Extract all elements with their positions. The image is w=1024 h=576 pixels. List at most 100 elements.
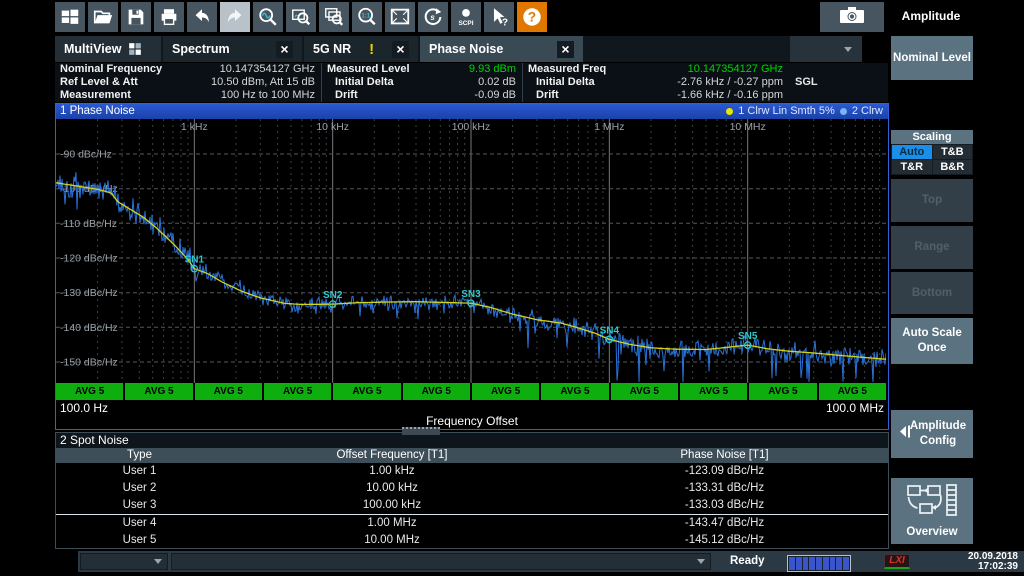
- table-row[interactable]: User 510.00 MHz-145.12 dBc/Hz: [56, 532, 888, 549]
- nominal-level-softkey[interactable]: Nominal Level: [891, 36, 973, 80]
- scaling-option-bandr[interactable]: B&R: [933, 160, 973, 174]
- info-label: Initial Delta: [523, 76, 595, 89]
- overview-softkey[interactable]: Overview: [891, 478, 973, 544]
- window-title-bar: 1 Phase Noise 1 Clrw Lin Smth 5%2 Clrw: [56, 104, 888, 119]
- auto-scale-once-softkey[interactable]: Auto Scale Once: [891, 318, 973, 364]
- info-value: 0.02 dB: [478, 76, 522, 89]
- measurement-info-bar: Nominal Frequency10.147354127 GHzRef Lev…: [55, 63, 888, 102]
- progress-segment: [816, 557, 822, 570]
- tab-phase-noise[interactable]: Phase Noise ×: [420, 36, 583, 62]
- window-splitter-handle[interactable]: [402, 427, 440, 435]
- info-row: Measured Freq10.147354127 GHz: [523, 63, 888, 76]
- windows-button[interactable]: [55, 2, 85, 32]
- avg-segment-bar: AVG 5AVG 5AVG 5AVG 5AVG 5AVG 5AVG 5AVG 5…: [56, 383, 886, 400]
- svg-text:-130 dBc/Hz: -130 dBc/Hz: [60, 287, 118, 299]
- zoom-multi-icon: [323, 6, 345, 28]
- screenshot-button[interactable]: [820, 2, 884, 32]
- scaling-option-auto[interactable]: Auto: [892, 145, 932, 159]
- progress-segment: [789, 557, 795, 570]
- progress-segment: [803, 557, 809, 570]
- save-button[interactable]: [121, 2, 151, 32]
- tab-spectrum[interactable]: Spectrum×: [163, 36, 302, 62]
- info-label: Drift: [322, 89, 358, 102]
- close-icon[interactable]: ×: [392, 41, 409, 58]
- table-row[interactable]: User 11.00 kHz-123.09 dBc/Hz: [56, 463, 888, 480]
- tab-5g-nr[interactable]: 5G NR!×: [304, 36, 418, 62]
- info-row: Drift-0.09 dB: [322, 89, 522, 102]
- zoom-area-button[interactable]: [286, 2, 316, 32]
- avg-segment: AVG 5: [749, 383, 816, 400]
- info-label: Measured Level: [322, 63, 410, 76]
- zoom-trace-icon: [257, 6, 279, 28]
- scaling-option-tandr[interactable]: T&R: [892, 160, 932, 174]
- amplitude-config-softkey[interactable]: Amplitude Config: [891, 410, 973, 458]
- info-label: Drift: [523, 89, 559, 102]
- svg-text:-90 dBc/Hz: -90 dBc/Hz: [60, 149, 112, 161]
- svg-text:SN5: SN5: [738, 331, 758, 342]
- avg-segment: AVG 5: [264, 383, 331, 400]
- close-icon[interactable]: ×: [557, 41, 574, 58]
- status-dropdown-left[interactable]: [80, 553, 168, 570]
- context-help-button[interactable]: ?: [484, 2, 514, 32]
- zoom-1to1-icon: 1:1: [356, 6, 378, 28]
- tab-label: Phase Noise: [429, 42, 503, 56]
- open-button[interactable]: [88, 2, 118, 32]
- info-row: Drift-1.66 kHz / -0.16 ppm: [523, 89, 888, 102]
- svg-text:SN3: SN3: [461, 289, 481, 300]
- tab-multiview[interactable]: MultiView: [55, 36, 161, 62]
- bottom-softkey: Bottom: [891, 272, 973, 314]
- zoom-trace-button[interactable]: [253, 2, 283, 32]
- scaling-option-tandb[interactable]: T&B: [933, 145, 973, 159]
- analyzer-screen: 1:1sSCPI?? Amplitude MultiViewSpectrum×5…: [0, 0, 1024, 576]
- avg-segment: AVG 5: [195, 383, 262, 400]
- svg-text:?: ?: [528, 10, 536, 25]
- undo-icon: [191, 6, 213, 28]
- table-cell: 10.00 MHz: [223, 532, 561, 549]
- avg-segment: AVG 5: [611, 383, 678, 400]
- fullscreen-button[interactable]: [385, 2, 415, 32]
- scaling-group-title: Scaling: [891, 130, 973, 144]
- redo-button: [220, 2, 250, 32]
- zoom-multi-button[interactable]: [319, 2, 349, 32]
- x-axis-title: Frequency Offset: [56, 414, 888, 428]
- table-cell: User 2: [56, 480, 223, 497]
- table-row[interactable]: User 3100.00 kHz-133.03 dBc/Hz: [56, 497, 888, 514]
- chevron-down-icon: [844, 47, 852, 52]
- status-dropdown-message[interactable]: [171, 553, 711, 570]
- phase-noise-window[interactable]: 1 Phase Noise 1 Clrw Lin Smth 5%2 Clrw -…: [55, 103, 889, 430]
- help-button[interactable]: ?: [517, 2, 547, 32]
- progress-segment: [836, 557, 842, 570]
- table-row[interactable]: User 210.00 kHz-133.31 dBc/Hz: [56, 480, 888, 497]
- overview-flow-icon: [906, 483, 958, 522]
- legend-label: 2 Clrw: [852, 104, 883, 119]
- softkey-panel: Nominal Level Scaling AutoT&BT&RB&R Top …: [888, 0, 1024, 551]
- multiview-grid-icon: [128, 42, 142, 56]
- info-row: Ref Level & Att10.50 dBm, Att 15 dB: [55, 76, 321, 89]
- progress-segment: [809, 557, 815, 570]
- date-time: 20.09.2018 17:02:39: [968, 552, 1018, 572]
- table-column-header: Phase Noise [T1]: [561, 448, 888, 463]
- table-cell: 1.00 MHz: [223, 515, 561, 532]
- close-icon[interactable]: ×: [276, 41, 293, 58]
- windows-icon: [59, 6, 81, 28]
- phase-noise-chart[interactable]: -90 dBc/Hz-100 dBc/Hz-110 dBc/Hz-120 dBc…: [56, 119, 886, 383]
- svg-text:SN1: SN1: [185, 255, 205, 266]
- zoom-area-icon: [290, 6, 312, 28]
- channel-tab-bar: MultiViewSpectrum×5G NR!× Phase Noise ×: [55, 36, 862, 62]
- softkey-label: Top: [922, 193, 942, 208]
- print-button[interactable]: [154, 2, 184, 32]
- undo-button[interactable]: [187, 2, 217, 32]
- table-column-header: Type: [56, 448, 223, 463]
- svg-text:SN2: SN2: [323, 290, 343, 301]
- spot-noise-window[interactable]: 2 Spot Noise TypeOffset Frequency [T1]Ph…: [55, 432, 889, 549]
- avg-segment: AVG 5: [472, 383, 539, 400]
- tab-overflow-button[interactable]: [790, 36, 862, 62]
- softkey-label: Auto Scale Once: [891, 326, 973, 356]
- avg-segment: AVG 5: [680, 383, 747, 400]
- table-cell: -133.03 dBc/Hz: [561, 497, 888, 514]
- progress-bar: [787, 555, 851, 572]
- refresh-button[interactable]: s: [418, 2, 448, 32]
- zoom-1to1-button[interactable]: 1:1: [352, 2, 382, 32]
- scpi-button[interactable]: SCPI: [451, 2, 481, 32]
- table-row[interactable]: User 41.00 MHz-143.47 dBc/Hz: [56, 514, 888, 532]
